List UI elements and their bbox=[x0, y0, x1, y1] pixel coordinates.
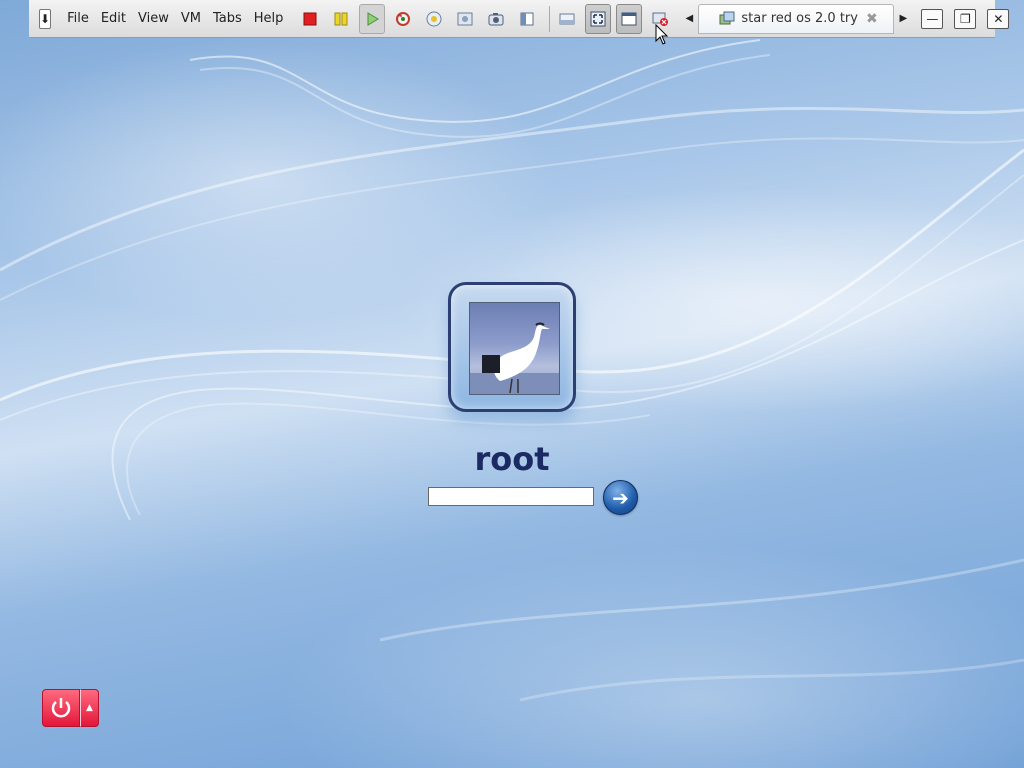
close-button[interactable]: ✕ bbox=[987, 8, 1010, 29]
minimize-button[interactable]: — bbox=[921, 8, 944, 29]
snapshot-icon bbox=[426, 11, 442, 26]
stop-icon bbox=[303, 12, 317, 25]
revert-icon bbox=[396, 11, 411, 26]
avatar bbox=[469, 302, 560, 395]
restore-button[interactable]: ❐ bbox=[954, 8, 977, 29]
tab-label: star red os 2.0 try bbox=[741, 11, 858, 26]
vm-icon bbox=[719, 11, 735, 24]
fullscreen-icon bbox=[590, 11, 606, 26]
menu-edit[interactable]: Edit bbox=[95, 0, 132, 38]
menu-bar: File Edit View VM Tabs Help bbox=[61, 0, 289, 38]
password-input[interactable] bbox=[428, 487, 594, 506]
fullscreen-button[interactable] bbox=[585, 3, 612, 34]
menu-help[interactable]: Help bbox=[248, 0, 290, 38]
tab-scroll-right-icon[interactable]: ▶ bbox=[896, 4, 910, 34]
tab-close-icon[interactable]: ✖ bbox=[866, 11, 878, 27]
sidebar-icon bbox=[520, 12, 534, 25]
username-label: root bbox=[474, 440, 550, 478]
snapshot-manager-button[interactable] bbox=[452, 4, 478, 34]
pin-icon[interactable]: ⬇ bbox=[39, 8, 52, 29]
crane-image-icon bbox=[470, 322, 559, 394]
window-controls: — ❐ ✕ bbox=[910, 8, 1010, 29]
show-sidebar-button[interactable] bbox=[514, 4, 540, 34]
camera-icon bbox=[488, 12, 504, 25]
arrow-right-icon: ➔ bbox=[612, 485, 629, 510]
menu-view[interactable]: View bbox=[132, 0, 175, 38]
power-control: ▲ bbox=[42, 689, 100, 727]
snapshot-manager-icon bbox=[457, 12, 473, 25]
capture-screen-button[interactable] bbox=[483, 4, 509, 34]
shutdown-button[interactable] bbox=[42, 689, 80, 727]
unity-button[interactable] bbox=[616, 3, 643, 34]
power-on-button[interactable] bbox=[359, 3, 386, 34]
user-avatar-frame[interactable] bbox=[448, 282, 576, 412]
login-submit-button[interactable]: ➔ bbox=[603, 480, 638, 515]
play-icon bbox=[367, 11, 380, 26]
tab-star-red-os[interactable]: star red os 2.0 try ✖ bbox=[698, 3, 895, 34]
power-icon bbox=[51, 698, 71, 718]
take-snapshot-button[interactable] bbox=[421, 4, 447, 34]
suspend-button[interactable] bbox=[328, 4, 354, 34]
mouse-cursor-icon bbox=[655, 24, 669, 45]
toolbar-buttons bbox=[297, 3, 678, 34]
power-options-button[interactable]: ▲ bbox=[80, 689, 99, 727]
caret-up-icon: ▲ bbox=[86, 703, 93, 713]
unity-icon bbox=[621, 12, 637, 25]
console-icon bbox=[559, 13, 575, 24]
menu-file[interactable]: File bbox=[61, 0, 95, 38]
menu-tabs[interactable]: Tabs bbox=[207, 0, 248, 38]
vm-toolbar: ⬇ File Edit View VM Tabs Help ◀ star red… bbox=[29, 0, 1010, 38]
toolbar-separator bbox=[549, 5, 551, 32]
show-console-button[interactable] bbox=[554, 4, 580, 34]
revert-snapshot-button[interactable] bbox=[390, 4, 416, 34]
vm-tabs: ◀ star red os 2.0 try ✖ ▶ bbox=[682, 3, 910, 34]
pause-icon bbox=[334, 12, 348, 25]
menu-vm[interactable]: VM bbox=[175, 0, 207, 38]
tab-scroll-left-icon[interactable]: ◀ bbox=[682, 4, 696, 34]
power-off-button[interactable] bbox=[297, 4, 323, 34]
